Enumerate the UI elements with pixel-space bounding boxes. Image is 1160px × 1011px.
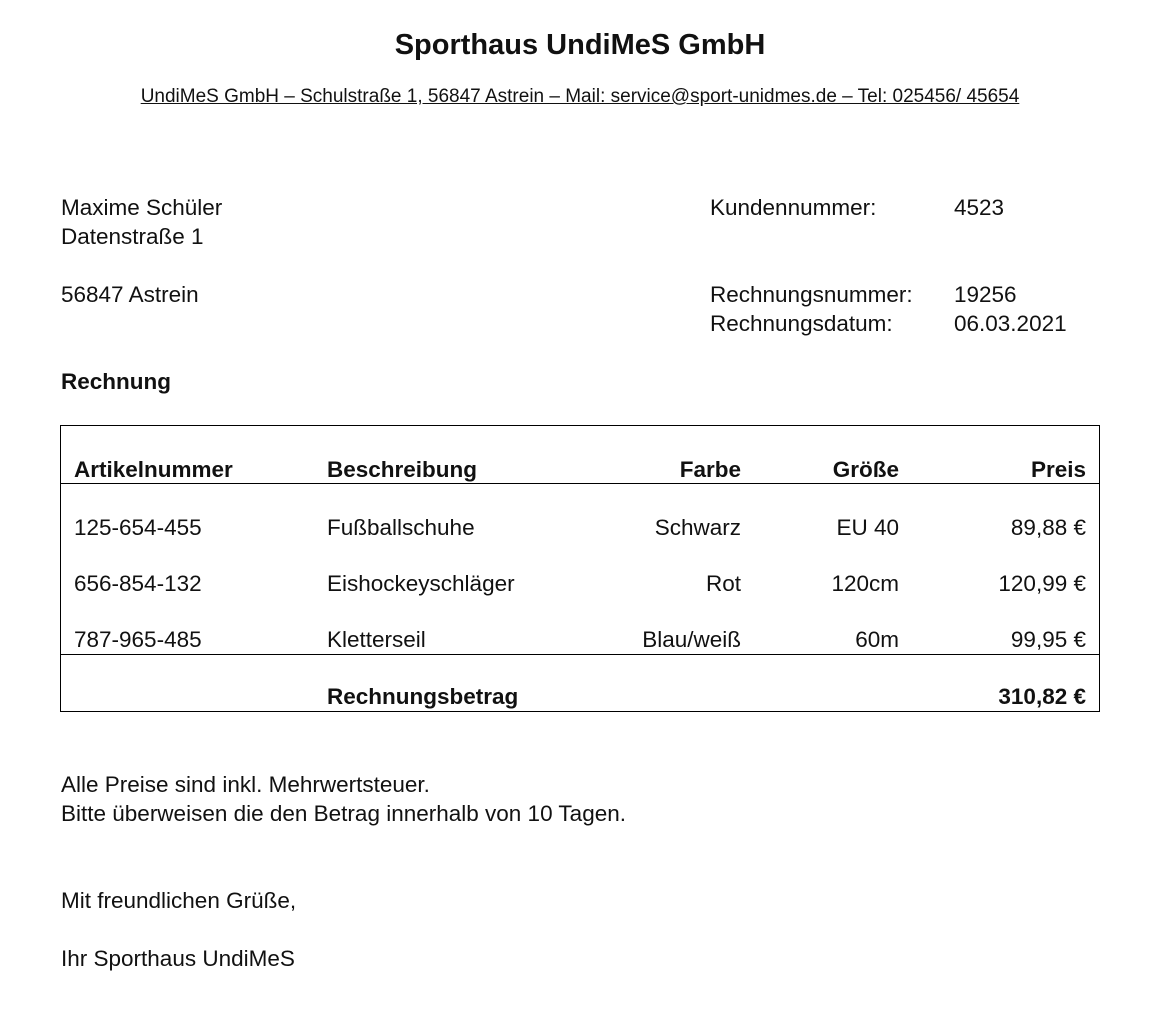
table-row-color: Blau/weiß [642, 627, 741, 652]
table-row-color: Schwarz [654, 515, 741, 540]
total-divider [61, 654, 1099, 655]
notes-vat: Alle Preise sind inkl. Mehrwertsteuer. [61, 772, 430, 797]
header-color: Farbe [679, 457, 741, 482]
notes-payment: Bitte überweisen die den Betrag innerhal… [61, 801, 626, 826]
total-value: 310,82 € [998, 684, 1086, 709]
invoice-date: 06.03.2021 [954, 311, 1067, 336]
table-row-description: Kletterseil [327, 627, 426, 652]
header-description: Beschreibung [327, 457, 478, 482]
closing-greeting: Mit freundlichen Grüße, [61, 888, 297, 913]
table-row-article: 125-654-455 [74, 515, 202, 540]
table-row-price: 89,88 € [1010, 515, 1086, 540]
header-size: Größe [832, 457, 899, 482]
company-name: Sporthaus UndiMeS GmbH [394, 29, 766, 61]
header-divider [61, 483, 1099, 484]
customer-number-label: Kundennummer: [710, 195, 877, 220]
header-price: Preis [1030, 457, 1086, 482]
closing-signature: Ihr Sporthaus UndiMeS [61, 946, 295, 971]
table-row-description: Eishockeyschläger [327, 571, 515, 596]
recipient-city: 56847 Astrein [61, 282, 199, 307]
invoice-number-label: Rechnungsnummer: [710, 282, 913, 307]
customer-number: 4523 [954, 195, 1005, 220]
table-row-size: EU 40 [836, 515, 899, 540]
table-row-size: 60m [855, 627, 899, 652]
table-row-color: Rot [705, 571, 741, 596]
table-row-price: 120,99 € [998, 571, 1086, 596]
header-article: Artikelnummer [74, 457, 233, 482]
recipient-name: Maxime Schüler [61, 195, 223, 220]
table-row-description: Fußballschuhe [327, 515, 475, 540]
table-row-price: 99,95 € [1010, 627, 1086, 652]
invoice-date-label: Rechnungsdatum: [710, 311, 893, 336]
table-row-article: 656-854-132 [74, 571, 202, 596]
invoice-table: Artikelnummer Beschreibung Farbe Größe P… [60, 425, 1100, 712]
table-row-article: 787-965-485 [74, 627, 202, 652]
total-label: Rechnungsbetrag [327, 684, 519, 709]
table-row-size: 120cm [831, 571, 899, 596]
recipient-street: Datenstraße 1 [61, 224, 204, 249]
company-address-line: UndiMeS GmbH – Schulstraße 1, 56847 Astr… [140, 86, 1020, 107]
invoice-number: 19256 [954, 282, 1017, 307]
invoice-heading: Rechnung [61, 369, 171, 394]
